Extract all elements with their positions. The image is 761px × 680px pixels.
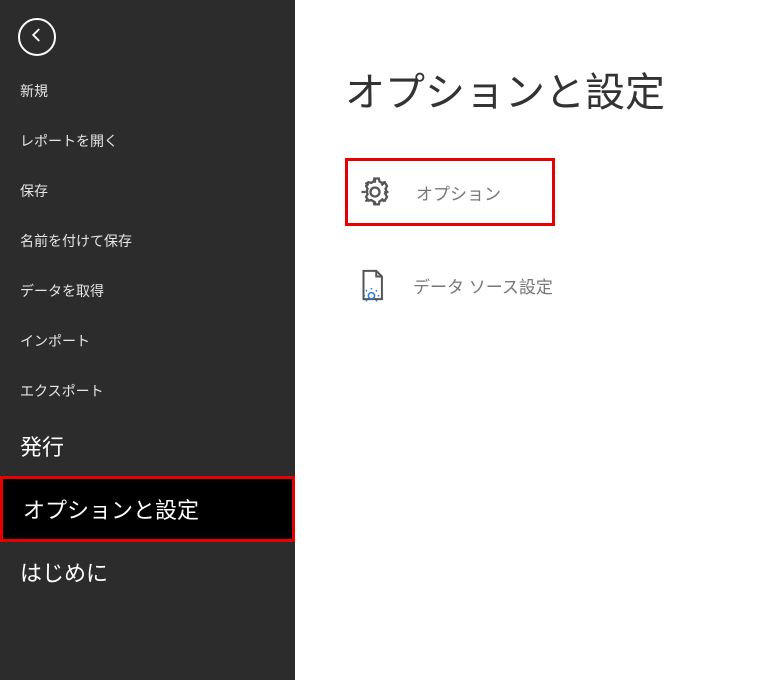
- nav-label: 発行: [20, 435, 64, 460]
- option-options[interactable]: オプション: [345, 158, 555, 226]
- nav-list: 新規 レポートを開く 保存 名前を付けて保存 データを取得 インポート エクスポ…: [0, 66, 295, 602]
- nav-item-options-settings[interactable]: オプションと設定: [3, 479, 292, 539]
- nav-item-save[interactable]: 保存: [0, 166, 295, 216]
- page-title: オプションと設定: [345, 60, 761, 118]
- highlight-annotation: オプションと設定: [0, 476, 295, 542]
- document-gear-icon: [355, 268, 389, 302]
- nav-item-open-report[interactable]: レポートを開く: [0, 116, 295, 166]
- nav-item-save-as[interactable]: 名前を付けて保存: [0, 216, 295, 266]
- nav-item-export[interactable]: エクスポート: [0, 366, 295, 416]
- nav-label: エクスポート: [20, 383, 104, 399]
- nav-label: 保存: [20, 183, 48, 199]
- back-button[interactable]: [18, 18, 56, 56]
- option-label: オプション: [416, 180, 501, 205]
- nav-item-publish[interactable]: 発行: [0, 416, 295, 476]
- nav-label: 新規: [20, 83, 48, 99]
- nav-item-getting-started[interactable]: はじめに: [0, 542, 295, 602]
- arrow-left-icon: [28, 26, 46, 49]
- nav-label: データを取得: [20, 283, 104, 299]
- nav-label: 名前を付けて保存: [20, 233, 132, 249]
- main-panel: オプションと設定 オプション データ ソース設定: [295, 0, 761, 680]
- option-data-source-settings[interactable]: データ ソース設定: [345, 256, 565, 314]
- option-label: データ ソース設定: [413, 273, 553, 298]
- sidebar: 新規 レポートを開く 保存 名前を付けて保存 データを取得 インポート エクスポ…: [0, 0, 295, 680]
- nav-label: レポートを開く: [20, 133, 118, 149]
- nav-item-import[interactable]: インポート: [0, 316, 295, 366]
- gear-icon: [358, 175, 392, 209]
- nav-item-get-data[interactable]: データを取得: [0, 266, 295, 316]
- nav-item-new[interactable]: 新規: [0, 66, 295, 116]
- nav-label: インポート: [20, 333, 90, 349]
- nav-label: オプションと設定: [23, 498, 199, 523]
- nav-label: はじめに: [20, 561, 108, 586]
